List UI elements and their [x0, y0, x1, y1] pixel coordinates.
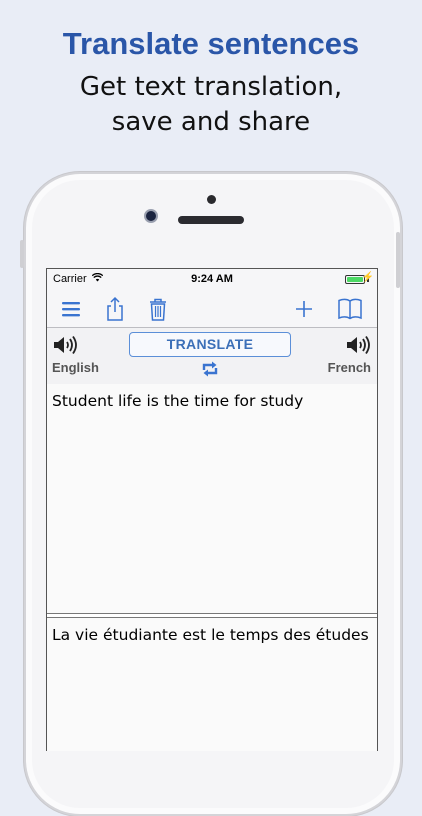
target-language-label[interactable]: French — [328, 360, 371, 375]
source-language-label[interactable]: English — [52, 360, 99, 375]
promo-headline: Translate sentences — [62, 26, 360, 61]
status-bar: Carrier 9:24 AM ⚡ — [47, 269, 377, 291]
language-bar: English TRANSLATE French — [47, 328, 377, 385]
translate-button[interactable]: TRANSLATE — [129, 332, 291, 357]
promo-subline-line-2: save and share — [111, 107, 311, 137]
charging-icon: ⚡ — [361, 272, 374, 283]
promo-subline-line-1: Get text translation, — [79, 72, 343, 102]
phone-sensor — [207, 195, 216, 204]
menu-icon[interactable] — [57, 295, 85, 323]
swap-languages-icon[interactable] — [199, 358, 221, 380]
phone-volume-button — [20, 240, 24, 268]
trash-icon[interactable] — [144, 295, 172, 323]
phone-camera — [144, 209, 158, 223]
phone-power-button — [396, 232, 400, 288]
app-screen: Carrier 9:24 AM ⚡ English TRANSLATE Fren… — [46, 268, 378, 751]
share-icon[interactable] — [101, 295, 129, 323]
translation-text-area[interactable]: La vie étudiante est le temps des études — [47, 617, 377, 751]
promo-subline: Get text translation, save and share — [0, 70, 422, 140]
book-icon[interactable] — [336, 295, 364, 323]
translation-text: La vie étudiante est le temps des études — [52, 626, 369, 644]
source-speaker-icon[interactable] — [52, 334, 80, 356]
status-time: 9:24 AM — [191, 273, 233, 285]
phone-earpiece — [178, 216, 244, 224]
toolbar — [47, 291, 377, 328]
source-text: Student life is the time for study — [52, 392, 304, 410]
add-icon[interactable] — [290, 295, 318, 323]
target-speaker-icon[interactable] — [345, 334, 373, 356]
source-text-area[interactable]: Student life is the time for study — [47, 384, 377, 614]
